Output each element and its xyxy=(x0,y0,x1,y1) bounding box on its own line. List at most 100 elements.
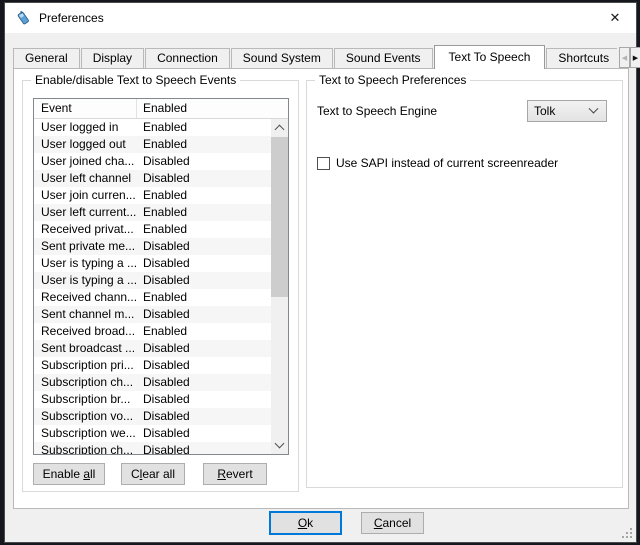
table-row[interactable]: Subscription we... Disabled xyxy=(34,425,271,442)
table-row[interactable]: Received broad... Enabled xyxy=(34,323,271,340)
tab-text-to-speech[interactable]: Text To Speech xyxy=(434,45,546,69)
event-name: User logged in xyxy=(34,119,137,136)
table-row[interactable]: Sent channel m... Disabled xyxy=(34,306,271,323)
table-row[interactable]: Sent broadcast ... Disabled xyxy=(34,340,271,357)
revert-button[interactable]: Revert xyxy=(203,463,267,485)
preferences-groupbox-title: Text to Speech Preferences xyxy=(315,73,470,87)
close-icon[interactable]: ✕ xyxy=(594,3,636,33)
event-name: User joined cha... xyxy=(34,153,137,170)
table-row[interactable]: User is typing a ... Disabled xyxy=(34,255,271,272)
table-row[interactable]: User is typing a ... Disabled xyxy=(34,272,271,289)
column-header-enabled[interactable]: Enabled xyxy=(137,99,288,118)
event-status: Disabled xyxy=(137,374,271,391)
preferences-dialog: Preferences ✕ General Display Connection… xyxy=(4,2,637,543)
title-bar: Preferences ✕ xyxy=(5,3,636,33)
event-status: Disabled xyxy=(137,442,271,454)
events-list-rows: User logged in Enabled User logged out E… xyxy=(34,119,271,454)
tab-sound-system[interactable]: Sound System xyxy=(231,48,333,69)
table-row[interactable]: Subscription ch... Disabled xyxy=(34,442,271,454)
event-status: Disabled xyxy=(137,408,271,425)
text-to-speech-tab-page: Enable/disable Text to Speech Events Eve… xyxy=(13,68,629,509)
cancel-button[interactable]: Cancel xyxy=(361,512,424,534)
preferences-groupbox: Text to Speech Preferences Text to Speec… xyxy=(306,80,623,488)
table-row[interactable]: Received privat... Enabled xyxy=(34,221,271,238)
ok-button[interactable]: Ok xyxy=(269,511,342,535)
event-name: Sent broadcast ... xyxy=(34,340,137,357)
event-name: User left current... xyxy=(34,204,137,221)
sapi-checkbox[interactable] xyxy=(317,157,330,170)
enable-all-button[interactable]: Enable all xyxy=(33,463,105,485)
tab-bar: General Display Connection Sound System … xyxy=(13,45,617,69)
tab-display[interactable]: Display xyxy=(81,48,144,69)
event-name: Received chann... xyxy=(34,289,137,306)
event-status: Enabled xyxy=(137,187,271,204)
event-name: User is typing a ... xyxy=(34,255,137,272)
event-name: User left channel xyxy=(34,170,137,187)
table-row[interactable]: Sent private me... Disabled xyxy=(34,238,271,255)
table-row[interactable]: User logged in Enabled xyxy=(34,119,271,136)
engine-select[interactable]: Tolk xyxy=(527,100,607,122)
table-row[interactable]: Received chann... Enabled xyxy=(34,289,271,306)
engine-selected-value: Tolk xyxy=(528,104,590,118)
event-status: Disabled xyxy=(137,170,271,187)
tab-scroll-left-icon[interactable]: ◀ xyxy=(619,47,630,68)
engine-label: Text to Speech Engine xyxy=(317,99,437,123)
event-status: Enabled xyxy=(137,323,271,340)
event-status: Enabled xyxy=(137,119,271,136)
table-row[interactable]: User joined cha... Disabled xyxy=(34,153,271,170)
event-name: Received privat... xyxy=(34,221,137,238)
column-header-event[interactable]: Event xyxy=(34,99,137,118)
tab-scroll-right-icon[interactable]: ▶ xyxy=(630,47,640,68)
app-icon xyxy=(15,10,31,26)
table-row[interactable]: User join curren... Enabled xyxy=(34,187,271,204)
event-name: User join curren... xyxy=(34,187,137,204)
event-status: Disabled xyxy=(137,238,271,255)
event-name: Subscription ch... xyxy=(34,374,137,391)
resize-grip[interactable] xyxy=(622,528,632,538)
event-status: Enabled xyxy=(137,289,271,306)
tab-general[interactable]: General xyxy=(13,48,80,69)
events-groupbox-title: Enable/disable Text to Speech Events xyxy=(31,73,240,87)
table-row[interactable]: Subscription pri... Disabled xyxy=(34,357,271,374)
events-list-scrollbar[interactable] xyxy=(271,119,288,454)
event-name: Subscription br... xyxy=(34,391,137,408)
event-name: Subscription vo... xyxy=(34,408,137,425)
tab-connection[interactable]: Connection xyxy=(145,48,230,69)
table-row[interactable]: Subscription br... Disabled xyxy=(34,391,271,408)
event-status: Enabled xyxy=(137,204,271,221)
scroll-down-icon[interactable] xyxy=(271,437,288,454)
event-name: Received broad... xyxy=(34,323,137,340)
sapi-check-row[interactable]: Use SAPI instead of current screenreader xyxy=(317,156,558,170)
events-groupbox: Enable/disable Text to Speech Events Eve… xyxy=(22,80,299,492)
event-name: User logged out xyxy=(34,136,137,153)
sapi-checkbox-label: Use SAPI instead of current screenreader xyxy=(336,156,558,170)
table-row[interactable]: User left channel Disabled xyxy=(34,170,271,187)
table-row[interactable]: User left current... Enabled xyxy=(34,204,271,221)
scrollbar-thumb[interactable] xyxy=(271,137,288,297)
events-list-header: Event Enabled xyxy=(34,99,288,119)
event-status: Disabled xyxy=(137,340,271,357)
window-title: Preferences xyxy=(39,11,104,25)
events-list[interactable]: Event Enabled User logged in Enabled xyxy=(33,98,289,455)
event-name: Subscription pri... xyxy=(34,357,137,374)
tab-sound-events[interactable]: Sound Events xyxy=(334,48,433,69)
event-status: Disabled xyxy=(137,153,271,170)
scrollbar-track[interactable] xyxy=(271,136,288,437)
event-status: Disabled xyxy=(137,391,271,408)
table-row[interactable]: Subscription ch... Disabled xyxy=(34,374,271,391)
tab-shortcuts[interactable]: Shortcuts xyxy=(546,48,617,69)
clear-all-button[interactable]: Clear all xyxy=(121,463,185,485)
scroll-up-icon[interactable] xyxy=(271,119,288,136)
event-status: Enabled xyxy=(137,221,271,238)
event-name: User is typing a ... xyxy=(34,272,137,289)
event-status: Disabled xyxy=(137,425,271,442)
event-name: Subscription we... xyxy=(34,425,137,442)
event-status: Enabled xyxy=(137,136,271,153)
event-status: Disabled xyxy=(137,272,271,289)
table-row[interactable]: User logged out Enabled xyxy=(34,136,271,153)
event-name: Sent channel m... xyxy=(34,306,137,323)
event-name: Subscription ch... xyxy=(34,442,137,454)
event-status: Disabled xyxy=(137,357,271,374)
table-row[interactable]: Subscription vo... Disabled xyxy=(34,408,271,425)
event-status: Disabled xyxy=(137,306,271,323)
